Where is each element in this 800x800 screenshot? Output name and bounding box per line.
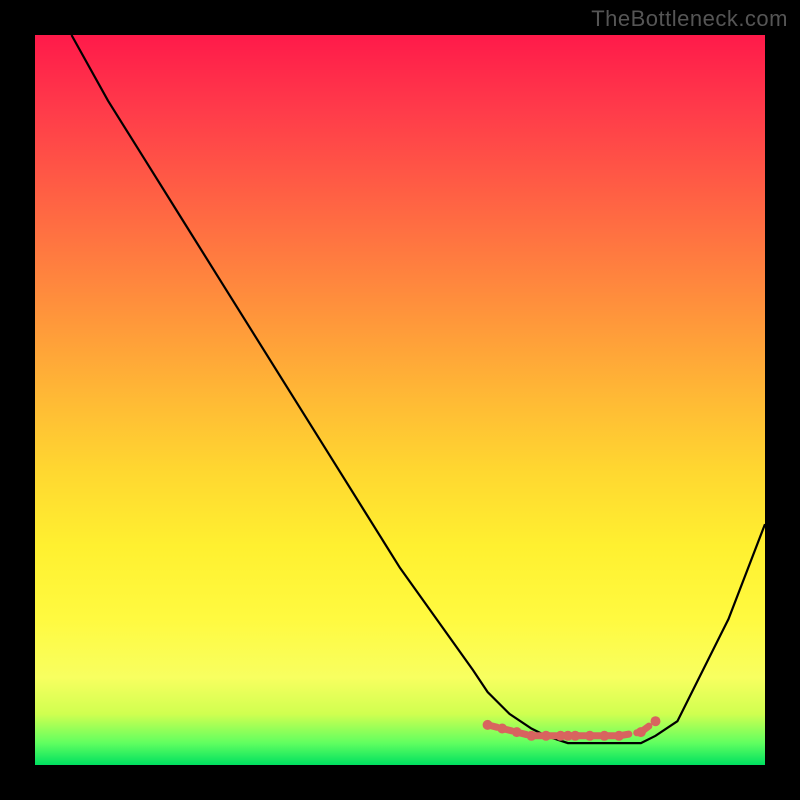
chart-svg: [35, 35, 765, 765]
optimal-marker-segment: [641, 721, 656, 732]
chart-plot-area: [35, 35, 765, 765]
optimal-zone-markers: [483, 716, 661, 741]
bottleneck-curve-line: [72, 35, 766, 743]
watermark-text: TheBottleneck.com: [591, 6, 788, 32]
